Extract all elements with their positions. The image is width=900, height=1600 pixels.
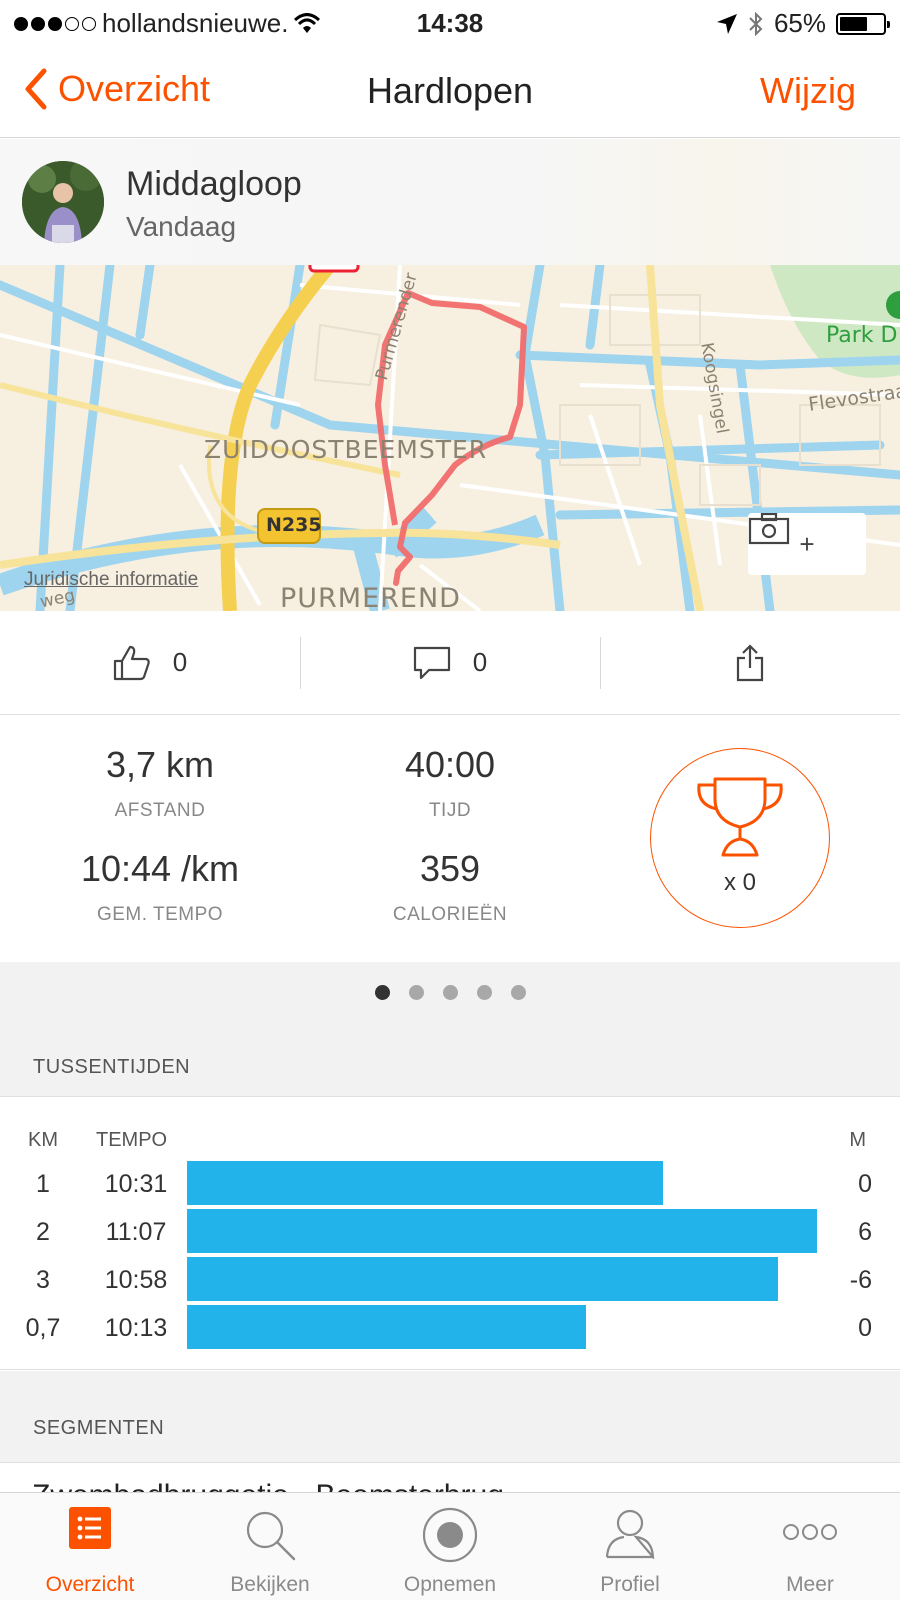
page-dot[interactable] [510, 984, 526, 1000]
road-label: N235 [266, 514, 322, 536]
tab-label: Meer [786, 1573, 834, 1596]
calories-value: 359 [419, 848, 481, 889]
splits-km-header: KM [28, 1129, 58, 1151]
share-button[interactable] [600, 611, 900, 714]
segment-list-item[interactable]: Zwembadbruggetje - Beemsterbrug [0, 1462, 900, 1492]
page-dot[interactable] [374, 984, 390, 1000]
comment-count: 0 [472, 647, 488, 677]
route-map[interactable]: ZUIDOOSTBEEMSTER PURMEREND N235 Park D K… [0, 265, 900, 611]
stats-page-indicator[interactable] [0, 962, 900, 1022]
split-pace-bar [187, 1209, 817, 1253]
split-row: 2 11:07 6 [0, 1209, 900, 1253]
distance-value: 3,7 km [105, 744, 215, 785]
splits-section-title: TUSSENTIJDEN [0, 1022, 900, 1096]
tab-profiel[interactable]: Profiel [540, 1493, 720, 1600]
more-icon [783, 1524, 837, 1540]
tab-opnemen[interactable]: Opnemen [360, 1493, 540, 1600]
activity-date: Vandaag [126, 211, 237, 242]
achievement-count: x 0 [723, 869, 756, 896]
kudos-count: 0 [172, 647, 188, 677]
time-value: 40:00 [404, 744, 496, 785]
tab-label: Opnemen [403, 1573, 497, 1596]
social-actions: 0 0 [0, 611, 900, 715]
splits-pace-header: TEMPO [96, 1129, 168, 1151]
district-label: ZUIDOOSTBEEMSTER [204, 435, 488, 464]
tab-meer[interactable]: Meer [720, 1493, 900, 1600]
tab-label: Overzicht [45, 1573, 135, 1596]
distance-stat: 3,7 km AFSTAND [10, 744, 310, 822]
battery-icon [836, 12, 890, 35]
add-photo-plus: + [799, 528, 815, 559]
activity-stats: 3,7 km AFSTAND 40:00 TIJD 10:44 /km GEM.… [0, 716, 900, 962]
calories-label: CALORIEËN [392, 904, 508, 925]
status-bar: hollandsnieuwe. 14:38 65% [0, 0, 900, 44]
pace-value: 10:44 /km [80, 848, 240, 889]
record-icon [422, 1507, 478, 1563]
time-stat: 40:00 TIJD [300, 744, 600, 822]
page-dot[interactable] [442, 984, 458, 1000]
calories-stat: 359 CALORIEËN [300, 848, 600, 926]
split-km: 0,7 [25, 1314, 61, 1342]
splits-table: KM TEMPO M 1 10:31 0 2 11:07 6 3 10:58 -… [0, 1096, 900, 1370]
split-elevation: 6 [858, 1218, 872, 1246]
achievements-button[interactable]: x 0 [650, 748, 830, 928]
segment-name: Zwembadbruggetje - Beemsterbrug [32, 1479, 504, 1492]
tab-bar: Overzicht Bekijken Opnemen Profiel Meer [0, 1492, 900, 1600]
time-label: TIJD [428, 800, 472, 821]
tab-label: Bekijken [230, 1573, 310, 1596]
split-km: 2 [36, 1218, 50, 1246]
splits-elevation-header: M [849, 1129, 866, 1151]
split-pace-bar [187, 1257, 779, 1301]
park-label: Park D [826, 323, 898, 348]
pace-stat: 10:44 /km GEM. TEMPO [10, 848, 310, 926]
location-arrow-icon [716, 13, 737, 34]
thumbs-up-icon [113, 645, 150, 680]
comment-button[interactable]: 0 [300, 611, 600, 714]
distance-label: AFSTAND [114, 800, 206, 821]
legal-link[interactable]: Juridische informatie [24, 569, 198, 591]
navigation-bar: Overzicht Hardlopen Wijzig [0, 44, 900, 138]
split-pace: 10:58 [104, 1266, 168, 1294]
edit-button[interactable]: Wijzig [760, 70, 856, 112]
pace-label: GEM. TEMPO [96, 904, 224, 925]
split-pace: 10:31 [104, 1170, 168, 1198]
city-label: PURMEREND [280, 583, 461, 611]
search-icon [246, 1511, 296, 1561]
tab-overzicht[interactable]: Overzicht [0, 1493, 180, 1600]
trophy-icon [697, 777, 783, 857]
segments-section-title: SEGMENTEN [0, 1371, 900, 1462]
split-row: 0,7 10:13 0 [0, 1305, 900, 1349]
split-km: 1 [36, 1170, 50, 1198]
battery-percent: 65% [773, 8, 826, 38]
activity-header: Middagloop Vandaag [0, 139, 900, 265]
split-elevation: -6 [849, 1266, 872, 1294]
split-elevation: 0 [858, 1170, 872, 1198]
tab-label: Profiel [600, 1573, 660, 1596]
page-dot[interactable] [476, 984, 492, 1000]
split-elevation: 0 [858, 1314, 872, 1342]
split-row: 1 10:31 0 [0, 1161, 900, 1205]
add-photo-button[interactable]: + [748, 513, 866, 575]
tab-bekijken[interactable]: Bekijken [180, 1493, 360, 1600]
feed-list-icon [69, 1507, 111, 1549]
split-pace-bar [187, 1305, 586, 1349]
profile-icon [605, 1509, 655, 1559]
split-pace: 11:07 [105, 1218, 167, 1246]
avatar[interactable] [22, 161, 104, 243]
bluetooth-icon [749, 11, 763, 36]
split-km: 3 [36, 1266, 50, 1294]
camera-icon [748, 513, 790, 545]
page-dot[interactable] [408, 984, 424, 1000]
split-pace-bar [187, 1161, 663, 1205]
split-pace: 10:13 [104, 1314, 168, 1342]
share-icon [736, 643, 764, 681]
comment-icon [413, 646, 450, 679]
activity-name: Middagloop [126, 165, 302, 203]
split-row: 3 10:58 -6 [0, 1257, 900, 1301]
kudos-button[interactable]: 0 [0, 611, 300, 714]
